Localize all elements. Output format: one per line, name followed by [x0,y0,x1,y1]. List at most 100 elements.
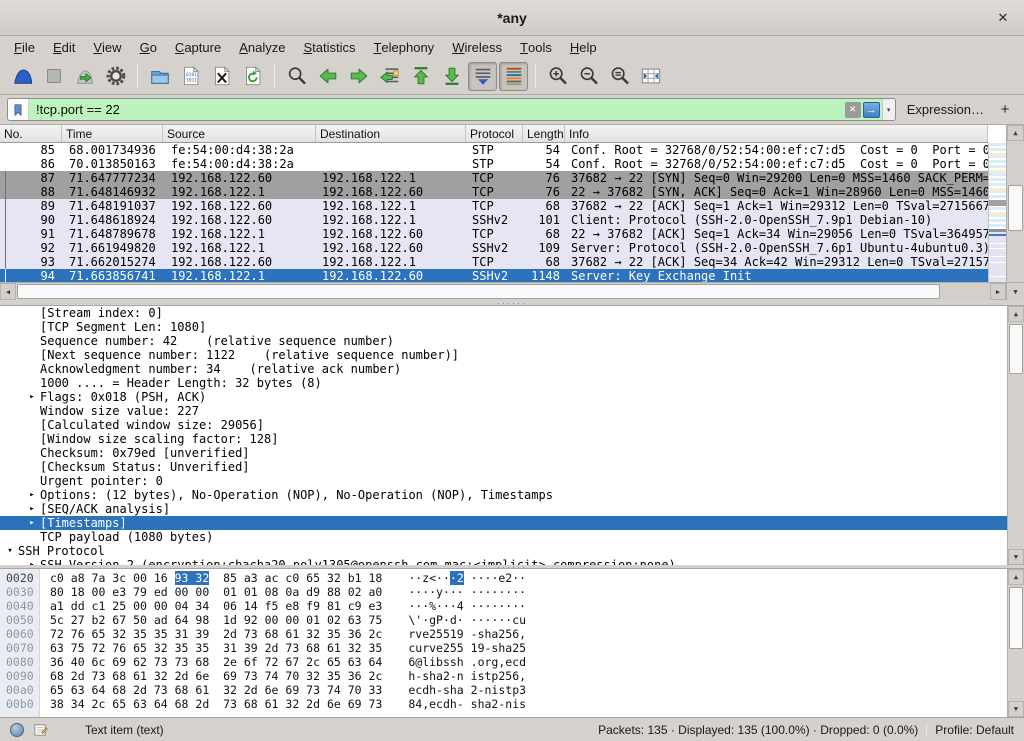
detail-line[interactable]: ▸Options: (12 bytes), No-Operation (NOP)… [0,488,1007,502]
menu-statistics[interactable]: Statistics [294,36,364,58]
menu-tools[interactable]: Tools [511,36,561,58]
detail-line[interactable]: [TCP Segment Len: 1080] [0,320,1007,334]
detail-line[interactable]: [Calculated window size: 29056] [0,418,1007,432]
expander-icon[interactable]: ▾ [2,544,18,558]
packet-row[interactable]: 8971.648191037192.168.122.60192.168.122.… [0,199,988,213]
profile-status[interactable]: Profile: Default [935,723,1014,737]
close-window-button[interactable]: ✕ [994,9,1012,27]
packet-row[interactable]: 9171.648789678192.168.122.1192.168.122.6… [0,227,988,241]
hex-row[interactable]: 00a065 63 64 68 2d 73 68 61 32 2d 6e 69 … [0,683,1007,697]
column-header-time[interactable]: Time [62,125,163,142]
detail-line[interactable]: Checksum: 0x79ed [unverified] [0,446,1007,460]
packet-list-minimap[interactable] [988,143,1006,283]
scroll-down-arrow[interactable]: ▼ [1006,282,1024,300]
capture-options-button[interactable] [101,62,130,91]
detail-line[interactable]: Urgent pointer: 0 [0,474,1007,488]
expression-button[interactable]: Expression… [905,102,986,117]
detail-line[interactable]: ▸SSH Version 2 (encryption:chacha20-poly… [0,558,1007,565]
filter-input[interactable]: !tcp.port == 22 [29,102,845,117]
packet-list-vscrollbar[interactable]: ▲ [1006,125,1024,282]
detail-line[interactable]: [Next sequence number: 1122 (relative se… [0,348,1007,362]
capture-comment-icon[interactable] [33,722,48,737]
scroll-up-arrow[interactable]: ▲ [1007,125,1024,141]
column-header-no[interactable]: No. [0,125,62,142]
detail-line[interactable]: [Stream index: 0] [0,306,1007,320]
detail-line[interactable]: TCP payload (1080 bytes) [0,530,1007,544]
colorize-button[interactable] [499,62,528,91]
start-capture-button[interactable] [8,62,37,91]
column-header-source[interactable]: Source [163,125,316,142]
packet-row[interactable]: 8871.648146932192.168.122.1192.168.122.6… [0,185,988,199]
menu-file[interactable]: File [5,36,44,58]
menu-wireless[interactable]: Wireless [443,36,511,58]
packet-list-hscrollbar[interactable]: ◀ ▶ [0,282,1006,300]
packet-row[interactable]: 9271.661949820192.168.122.1192.168.122.6… [0,241,988,255]
hex-row[interactable]: 007063 75 72 76 65 32 35 35 31 39 2d 73 … [0,641,1007,655]
menu-telephony[interactable]: Telephony [364,36,443,58]
hex-row[interactable]: 0040a1 dd c1 25 00 00 04 34 06 14 f5 e8 … [0,599,1007,613]
hex-row[interactable]: 009068 2d 73 68 61 32 2d 6e 69 73 74 70 … [0,669,1007,683]
menu-view[interactable]: View [84,36,130,58]
detail-line[interactable]: [Window size scaling factor: 128] [0,432,1007,446]
menu-capture[interactable]: Capture [166,36,230,58]
hex-row[interactable]: 006072 76 65 32 35 35 31 39 2d 73 68 61 … [0,627,1007,641]
detail-line[interactable]: Window size value: 227 [0,404,1007,418]
restart-capture-button[interactable] [70,62,99,91]
auto-scroll-button[interactable] [468,62,497,91]
scroll-right-arrow[interactable]: ▶ [990,283,1006,300]
scrollbar-thumb[interactable] [1009,324,1023,374]
column-header-destination[interactable]: Destination [316,125,466,142]
scrollbar-thumb[interactable] [1009,587,1023,649]
scroll-up-arrow[interactable]: ▲ [1008,569,1024,585]
display-filter-field[interactable]: !tcp.port == 22 ✕ → ▾ [7,98,896,121]
filter-history-dropdown[interactable]: ▾ [882,99,895,120]
column-header-info[interactable]: Info [565,125,988,142]
detail-line[interactable]: Sequence number: 42 (relative sequence n… [0,334,1007,348]
packet-row[interactable]: 8771.647777234192.168.122.60192.168.122.… [0,171,988,185]
scrollbar-thumb[interactable] [17,284,940,299]
close-file-button[interactable] [207,62,236,91]
scroll-down-arrow[interactable]: ▼ [1008,701,1024,717]
save-file-button[interactable]: 01011011 [176,62,205,91]
zoom-in-button[interactable] [543,62,572,91]
detail-line[interactable]: 1000 .... = Header Length: 32 bytes (8) [0,376,1007,390]
go-to-packet-button[interactable] [375,62,404,91]
packet-row[interactable]: 8670.013850163fe:54:00:d4:38:2aSTP54Conf… [0,157,988,171]
add-filter-button[interactable]: + [995,100,1015,120]
go-back-button[interactable] [313,62,342,91]
stop-capture-button[interactable] [39,62,68,91]
hex-row[interactable]: 0020c0 a8 7a 3c 00 16 93 32 85 a3 ac c0 … [0,571,1007,585]
scrollbar-thumb[interactable] [1008,185,1023,231]
zoom-out-button[interactable] [574,62,603,91]
go-first-button[interactable] [406,62,435,91]
scroll-down-arrow[interactable]: ▼ [1008,549,1024,565]
expander-icon[interactable]: ▸ [24,502,40,516]
reload-file-button[interactable] [238,62,267,91]
expander-icon[interactable]: ▸ [24,558,40,565]
detail-line[interactable]: ▾SSH Protocol [0,544,1007,558]
hex-row[interactable]: 00505c 27 b2 67 50 ad 64 98 1d 92 00 00 … [0,613,1007,627]
menu-analyze[interactable]: Analyze [230,36,294,58]
expander-icon[interactable]: ▸ [24,390,40,404]
scroll-left-arrow[interactable]: ◀ [0,283,16,300]
packet-row[interactable]: 9371.662015274192.168.122.60192.168.122.… [0,255,988,269]
go-forward-button[interactable] [344,62,373,91]
menu-go[interactable]: Go [131,36,166,58]
open-file-button[interactable] [145,62,174,91]
detail-line[interactable]: [Checksum Status: Unverified] [0,460,1007,474]
expander-icon[interactable]: ▸ [24,488,40,502]
packet-row[interactable]: 8568.001734936fe:54:00:d4:38:2aSTP54Conf… [0,143,988,157]
column-header-length[interactable]: Length [523,125,565,142]
expert-info-icon[interactable] [10,723,24,737]
hex-row[interactable]: 003080 18 00 e3 79 ed 00 00 01 01 08 0a … [0,585,1007,599]
detail-line[interactable]: ▸[Timestamps] [0,516,1007,530]
resize-columns-button[interactable] [636,62,665,91]
hex-row[interactable]: 008036 40 6c 69 62 73 73 68 2e 6f 72 67 … [0,655,1007,669]
packet-row[interactable]: 9071.648618924192.168.122.60192.168.122.… [0,213,988,227]
packet-row[interactable]: 9471.663856741192.168.122.1192.168.122.6… [0,269,988,283]
scroll-up-arrow[interactable]: ▲ [1008,306,1024,322]
go-last-button[interactable] [437,62,466,91]
expander-icon[interactable]: ▸ [24,516,40,530]
details-vscrollbar[interactable]: ▲ ▼ [1007,306,1024,565]
column-header-protocol[interactable]: Protocol [466,125,523,142]
